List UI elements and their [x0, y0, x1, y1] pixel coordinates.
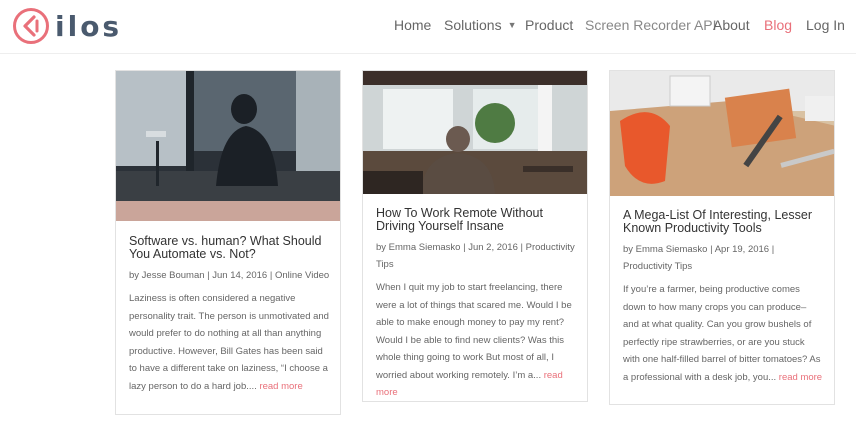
- nav-product[interactable]: Product: [525, 17, 573, 33]
- post-excerpt-text: Laziness is often considered a negative …: [129, 293, 329, 392]
- nav-login[interactable]: Log In: [806, 17, 845, 33]
- post-body: A Mega-List Of Interesting, Lesser Known…: [623, 209, 824, 386]
- post-title[interactable]: How To Work Remote Without Driving Yours…: [376, 207, 577, 233]
- blog-card: Software vs. human? What Should You Auto…: [115, 70, 341, 415]
- post-meta: by Emma Siemasko | Jun 2, 2016 | Product…: [376, 242, 575, 270]
- post-image-desk-tools[interactable]: [610, 71, 835, 196]
- post-image-cafe-silhouette[interactable]: [116, 71, 341, 221]
- nav-blog[interactable]: Blog: [764, 17, 792, 33]
- site-header: ilos Home Solutions ▼ Product Screen Reco…: [0, 0, 856, 54]
- nav-solutions[interactable]: Solutions ▼: [444, 17, 517, 33]
- nav-about[interactable]: About: [713, 17, 750, 33]
- post-body: How To Work Remote Without Driving Yours…: [376, 207, 577, 401]
- post-meta: by Emma Siemasko | Apr 19, 2016 | Produc…: [623, 244, 775, 272]
- nav-home[interactable]: Home: [394, 17, 431, 33]
- post-meta: by Jesse Bouman | Jun 14, 2016 | Online …: [129, 270, 330, 281]
- nav-screen-recorder-api[interactable]: Screen Recorder API: [585, 17, 717, 33]
- post-title[interactable]: A Mega-List Of Interesting, Lesser Known…: [623, 209, 824, 235]
- post-excerpt: When I quit my job to start freelancing,…: [376, 279, 577, 401]
- post-title[interactable]: Software vs. human? What Should You Auto…: [129, 235, 330, 261]
- read-more-link[interactable]: read more: [259, 381, 302, 392]
- post-excerpt: Laziness is often considered a negative …: [129, 290, 330, 395]
- post-body: Software vs. human? What Should You Auto…: [129, 235, 330, 395]
- post-excerpt-text: When I quit my job to start freelancing,…: [376, 282, 572, 381]
- post-excerpt: If you’re a farmer, being productive com…: [623, 281, 824, 386]
- read-more-link[interactable]: read more: [779, 372, 822, 383]
- nav-solutions-label: Solutions: [444, 17, 502, 33]
- post-image-cafe-worker[interactable]: [363, 71, 588, 194]
- main-nav: Home Solutions ▼ Product Screen Recorder …: [0, 17, 856, 37]
- post-excerpt-text: If you’re a farmer, being productive com…: [623, 284, 821, 383]
- blog-card: How To Work Remote Without Driving Yours…: [362, 70, 588, 402]
- chevron-down-icon: ▼: [507, 20, 517, 30]
- blog-card: A Mega-List Of Interesting, Lesser Known…: [609, 70, 835, 405]
